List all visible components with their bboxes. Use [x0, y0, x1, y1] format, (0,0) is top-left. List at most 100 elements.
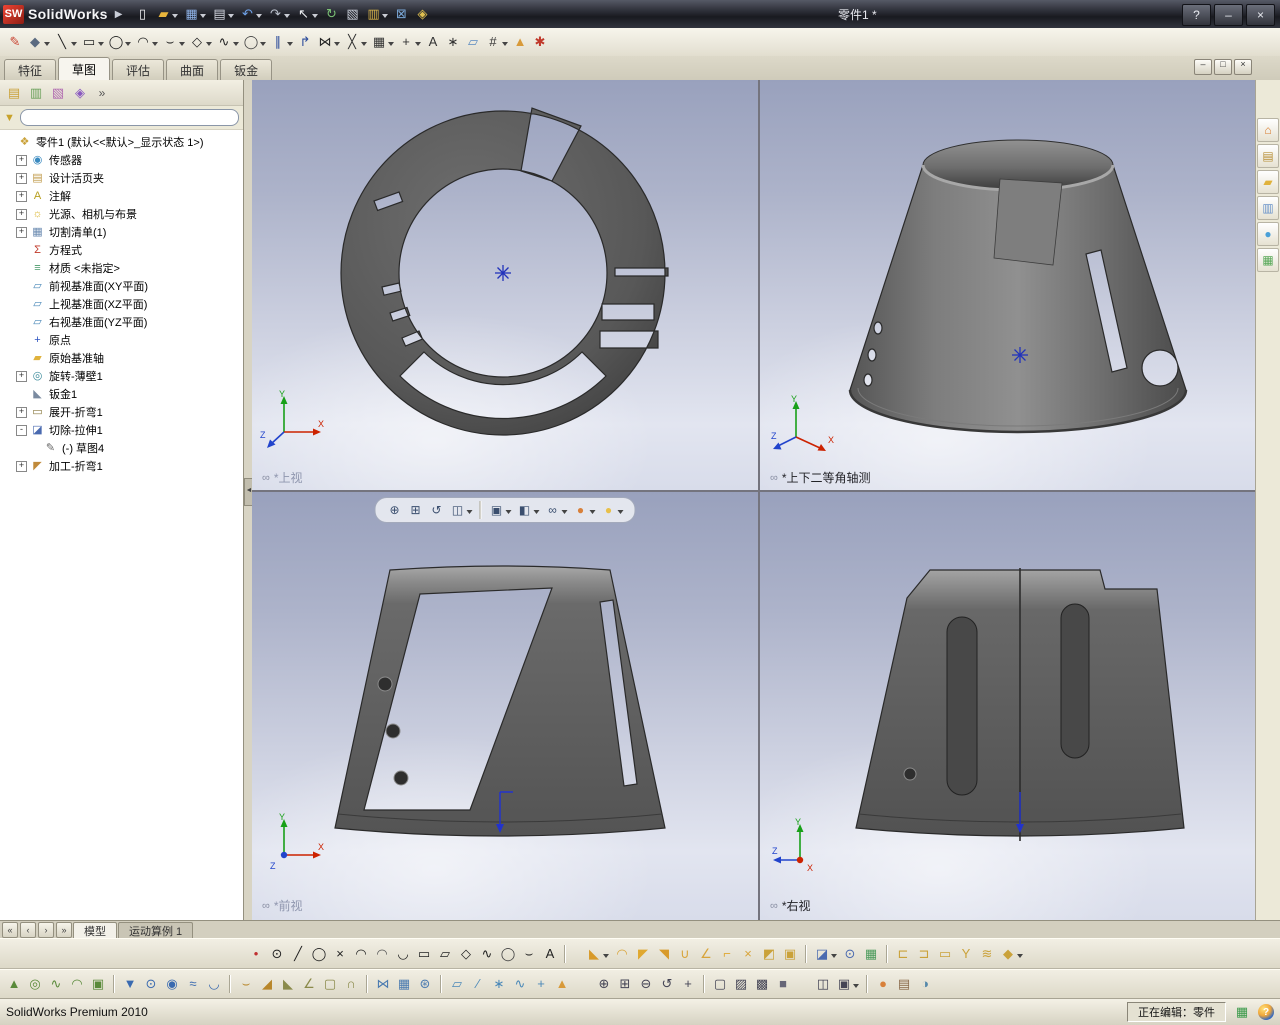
reference-axis-icon[interactable]: ∕	[468, 973, 488, 995]
edit-color-icon[interactable]: ●	[873, 973, 893, 995]
window-minimize-icon[interactable]: –	[1214, 4, 1243, 26]
tree-item[interactable]: +▱前视基准面(XY平面)	[0, 277, 243, 295]
rotate-view-icon[interactable]: ↺	[657, 973, 677, 995]
select-frame-icon[interactable]: ⊠	[391, 3, 411, 25]
forming-tool-icon[interactable]: ▣	[780, 943, 800, 965]
centerpoint-arc-icon[interactable]: ◠	[133, 31, 160, 53]
sketch-settings-icon[interactable]: ✱	[530, 31, 550, 53]
tree-item[interactable]: -◪切除-拉伸1	[0, 421, 243, 439]
undo-icon[interactable]: ↶	[237, 3, 264, 25]
tree-item[interactable]: +▰原始基准轴	[0, 349, 243, 367]
command-tab[interactable]: 曲面	[166, 59, 218, 80]
tree-item[interactable]: +▭展开-折弯1	[0, 403, 243, 421]
tree-item[interactable]: ++原点	[0, 331, 243, 349]
flatten-icon[interactable]: ▭	[935, 943, 955, 965]
study-tab[interactable]: 运动算例 1	[118, 922, 193, 939]
help-icon[interactable]: ?	[1258, 1004, 1274, 1020]
mirror-icon[interactable]: ⋈	[373, 973, 393, 995]
move-entities-icon[interactable]: +	[396, 31, 423, 53]
lofted-bend-icon[interactable]: ◠	[612, 943, 632, 965]
reference-plane-icon[interactable]: ▱	[447, 973, 467, 995]
edit-appearance-icon[interactable]: ●	[571, 499, 598, 521]
parallelogram-icon[interactable]: ▱	[435, 943, 455, 965]
viewport-top[interactable]: Y X Z ∞ *上视	[252, 80, 758, 490]
tree-item[interactable]: +◎旋转-薄壁1	[0, 367, 243, 385]
hide-show-items-icon[interactable]: ∞	[543, 499, 570, 521]
extruded-boss-icon[interactable]: ▲	[4, 973, 24, 995]
solidworks-resources-icon[interactable]: ⌂	[1257, 118, 1279, 142]
grid-snap-icon[interactable]: #	[483, 31, 510, 53]
offset-entities-icon[interactable]: ∥	[268, 31, 295, 53]
spline-icon[interactable]: ∿	[214, 31, 241, 53]
tab-scroll-last-icon[interactable]: »	[56, 922, 72, 938]
convert-to-sheetmetal-icon[interactable]: ◆	[998, 943, 1025, 965]
spline-icon[interactable]: ∿	[477, 943, 497, 965]
sketch-text-icon[interactable]: A	[540, 943, 560, 965]
tree-item[interactable]: +✎(-) 草图4	[0, 439, 243, 457]
line-icon[interactable]: ╱	[288, 943, 308, 965]
sketch-text-icon[interactable]: A	[423, 31, 443, 53]
custom-properties-icon[interactable]: ▦	[1257, 248, 1279, 272]
tree-expander[interactable]: +	[16, 407, 27, 418]
curvature-icon[interactable]: ◑	[915, 973, 935, 995]
tree-item[interactable]: +▤设计活页夹	[0, 169, 243, 187]
draft-icon[interactable]: ∠	[299, 973, 319, 995]
fold-icon[interactable]: ⊐	[914, 943, 934, 965]
tree-expander[interactable]: +	[16, 155, 27, 166]
sketch-fillet-icon[interactable]: ⌣	[160, 31, 187, 53]
tree-item[interactable]: +☼光源、相机与布景	[0, 205, 243, 223]
tree-item[interactable]: +❖零件1 (默认<<默认>_显示状态 1>)	[0, 133, 243, 151]
previous-view-icon[interactable]: ↺	[427, 499, 447, 521]
tree-item[interactable]: +◣钣金1	[0, 385, 243, 403]
menu-expand-icon[interactable]: ▶	[115, 9, 123, 20]
point-icon[interactable]: ∗	[443, 31, 463, 53]
closed-corner-icon[interactable]: ◩	[759, 943, 779, 965]
miter-flange-icon[interactable]: ◥	[654, 943, 674, 965]
command-tab[interactable]: 评估	[112, 59, 164, 80]
line-icon[interactable]: ╲	[52, 31, 79, 53]
swept-cut-icon[interactable]: ≈	[183, 973, 203, 995]
extruded-cut-icon[interactable]: ◪	[812, 943, 839, 965]
configurationmanager-tab-icon[interactable]: ▧	[48, 82, 68, 104]
command-tab[interactable]: 草图	[58, 57, 110, 80]
shaded-icon[interactable]: ■	[773, 973, 793, 995]
featuremanager-tab-icon[interactable]: ▤	[4, 82, 24, 104]
window-help-icon[interactable]: ?	[1182, 4, 1211, 26]
view-orientation-icon[interactable]: ▣	[487, 499, 514, 521]
section-view-icon[interactable]: ◫	[813, 973, 833, 995]
edge-flange-icon[interactable]: ◤	[633, 943, 653, 965]
tree-item[interactable]: +▦切割清单(1)	[0, 223, 243, 241]
window-close-icon[interactable]: ×	[1246, 4, 1275, 26]
trim-entities-icon[interactable]: ╳	[342, 31, 369, 53]
file-properties-icon[interactable]: ▧	[342, 3, 362, 25]
ellipse-icon[interactable]: ◯	[241, 31, 268, 53]
filter-input[interactable]	[20, 109, 239, 126]
three-point-arc-icon[interactable]: ◡	[393, 943, 413, 965]
mirror-entities-icon[interactable]: ⋈	[315, 31, 342, 53]
tree-item[interactable]: +≡材质 <未指定>	[0, 259, 243, 277]
extruded-cut-icon[interactable]: ▼	[120, 973, 140, 995]
viewport-right[interactable]: Y Z X ∞ *右视	[760, 492, 1256, 920]
design-library-icon[interactable]: ▤	[1257, 144, 1279, 168]
lofted-boss-icon[interactable]: ◠	[67, 973, 87, 995]
curve-icon[interactable]: ∿	[510, 973, 530, 995]
jog-icon[interactable]: ∠	[696, 943, 716, 965]
new-document-icon[interactable]: ▯	[132, 3, 152, 25]
tree-item[interactable]: +◉传感器	[0, 151, 243, 169]
tree-item[interactable]: +Σ方程式	[0, 241, 243, 259]
custom-properties-tag-icon[interactable]: ▦	[1232, 1001, 1252, 1023]
study-tab[interactable]: 模型	[73, 922, 117, 939]
doc-restore-icon[interactable]: □	[1214, 59, 1232, 75]
shaded-with-edges-icon[interactable]: ▩	[752, 973, 772, 995]
shell-icon[interactable]: ▢	[320, 973, 340, 995]
pan-icon[interactable]: +	[678, 973, 698, 995]
instant3d-icon[interactable]: ▲	[552, 973, 572, 995]
tree-expander[interactable]: +	[16, 191, 27, 202]
print-icon[interactable]: ▤	[209, 3, 236, 25]
reference-plane-icon[interactable]: ▱	[463, 31, 483, 53]
tree-item[interactable]: +◤加工-折弯1	[0, 457, 243, 475]
vent-icon[interactable]: ▦	[861, 943, 881, 965]
sketch-point-icon[interactable]: •	[246, 943, 266, 965]
circle-icon[interactable]: ⊙	[267, 943, 287, 965]
rebuild-icon[interactable]: ↻	[321, 3, 341, 25]
